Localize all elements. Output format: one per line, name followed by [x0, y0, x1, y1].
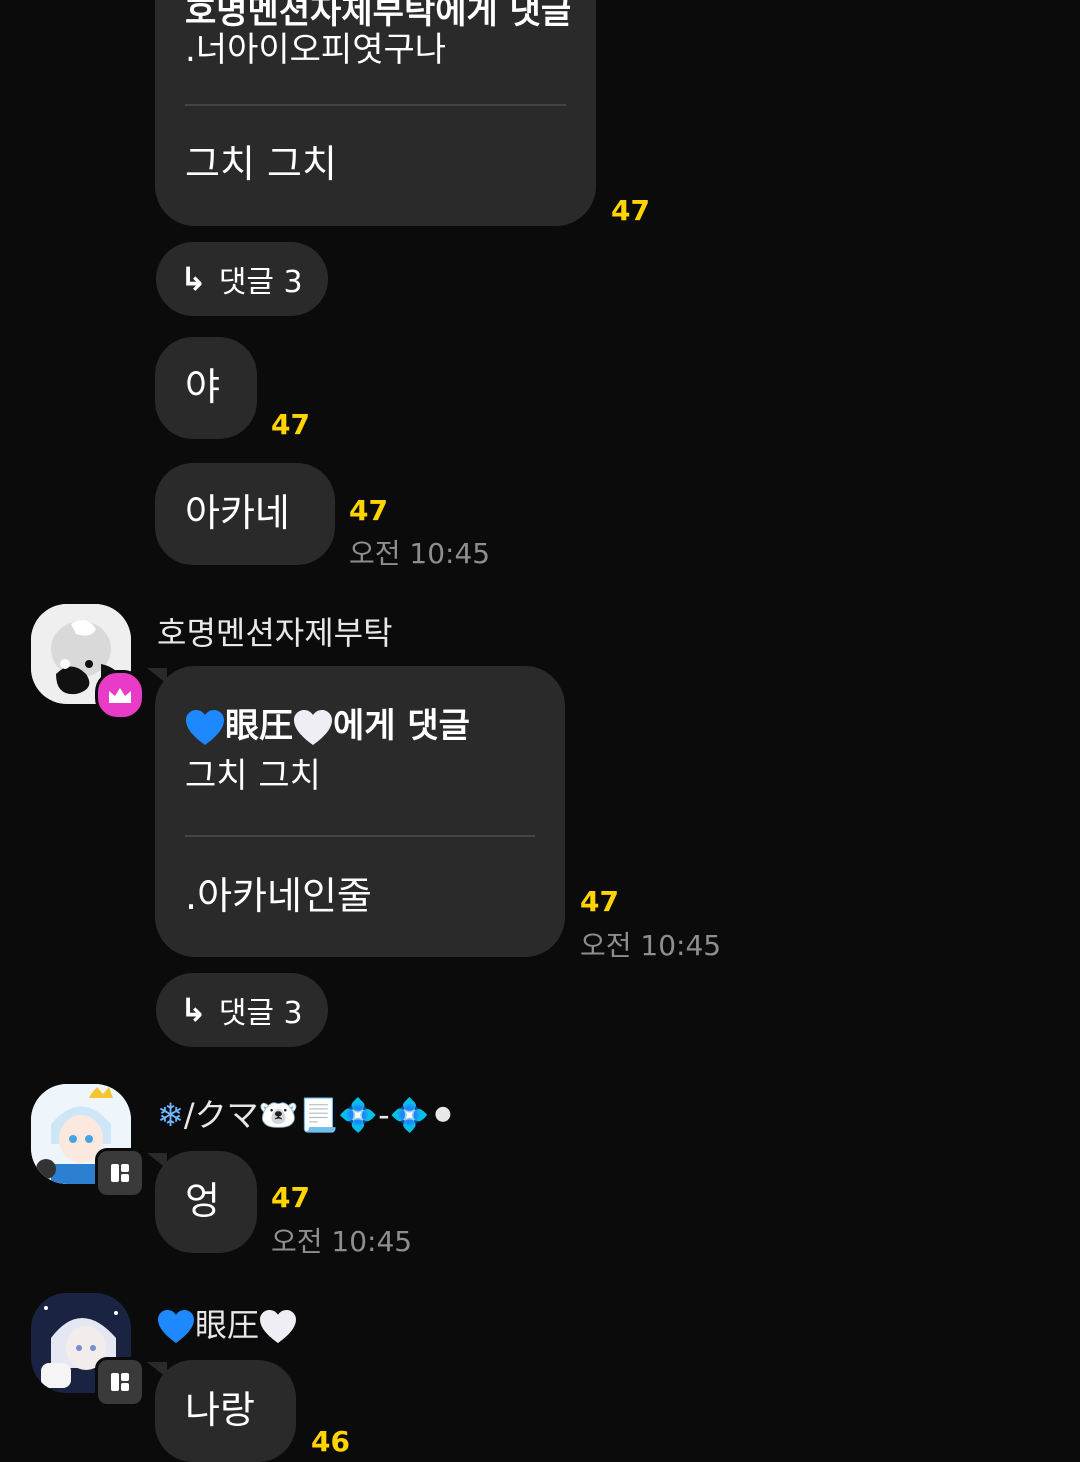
- message-bubble-1[interactable]: 호명멘션자제부탁에게 댓글 .너아이오피엿구나 그치 그치: [155, 0, 596, 226]
- sender-name-text: 眼圧: [195, 1306, 260, 1344]
- sender-name: 호명멘션자제부탁: [157, 614, 393, 652]
- replies-label: 댓글 3: [218, 265, 303, 300]
- message-text: 아카네: [185, 491, 290, 535]
- blue-heart-icon: [186, 709, 224, 745]
- message-bubble-6[interactable]: 나랑: [155, 1360, 296, 1462]
- message-text: .아카네인줄: [185, 874, 372, 918]
- message-bubble-5[interactable]: 엉: [155, 1151, 257, 1253]
- white-heart-icon: [260, 1309, 297, 1344]
- snowflake-icon: ❄: [157, 1096, 184, 1134]
- quote-target-name: 眼圧: [225, 706, 293, 746]
- sender-name: 眼圧: [157, 1300, 297, 1346]
- staff-badge-icon: [95, 1148, 145, 1198]
- message-timestamp: 오전 10:45: [349, 537, 491, 570]
- message-bubble-4[interactable]: 眼圧 에게 댓글 그치 그치 .아카네인줄: [155, 666, 565, 957]
- quote-text: .너아이오피엿구나: [185, 30, 447, 70]
- message-text: 그치 그치: [185, 142, 337, 186]
- unread-count: 46: [311, 1425, 350, 1458]
- quote-header: 眼圧 에게 댓글: [185, 704, 470, 748]
- sender-name-text: /クマ: [183, 1096, 259, 1134]
- white-heart-icon: [294, 709, 332, 745]
- message-bubble-3[interactable]: 아카네: [155, 463, 335, 565]
- sender-name-emoji: 🐻‍❄️📃💠-💠⚫: [258, 1096, 457, 1134]
- staff-badge-icon: [95, 1357, 145, 1407]
- sender-name: ❄/クマ🐻‍❄️📃💠-💠⚫: [157, 1090, 456, 1136]
- reply-arrow-icon: ↳: [180, 260, 207, 298]
- host-crown-icon: [95, 670, 145, 720]
- message-timestamp: 오전 10:45: [271, 1225, 413, 1258]
- unread-count: 47: [580, 885, 619, 918]
- unread-count: 47: [271, 1181, 310, 1214]
- unread-count: 47: [611, 194, 650, 227]
- quote-text: 그치 그치: [185, 756, 321, 796]
- quote-divider: [185, 104, 566, 106]
- message-bubble-2[interactable]: 야: [155, 337, 257, 439]
- message-text: 나랑: [185, 1388, 255, 1432]
- replies-button[interactable]: ↳ 댓글 3: [156, 242, 328, 316]
- message-text: 엉: [185, 1179, 220, 1223]
- message-text: 야: [185, 365, 220, 409]
- unread-count: 47: [349, 494, 388, 527]
- replies-label: 댓글 3: [218, 996, 303, 1031]
- blue-heart-icon: [158, 1309, 194, 1344]
- replies-button[interactable]: ↳ 댓글 3: [156, 973, 328, 1047]
- reply-arrow-icon: ↳: [180, 991, 207, 1029]
- quote-divider: [185, 835, 535, 837]
- unread-count: 47: [271, 408, 310, 441]
- message-timestamp: 오전 10:45: [580, 929, 722, 962]
- quote-suffix: 에게 댓글: [333, 706, 470, 746]
